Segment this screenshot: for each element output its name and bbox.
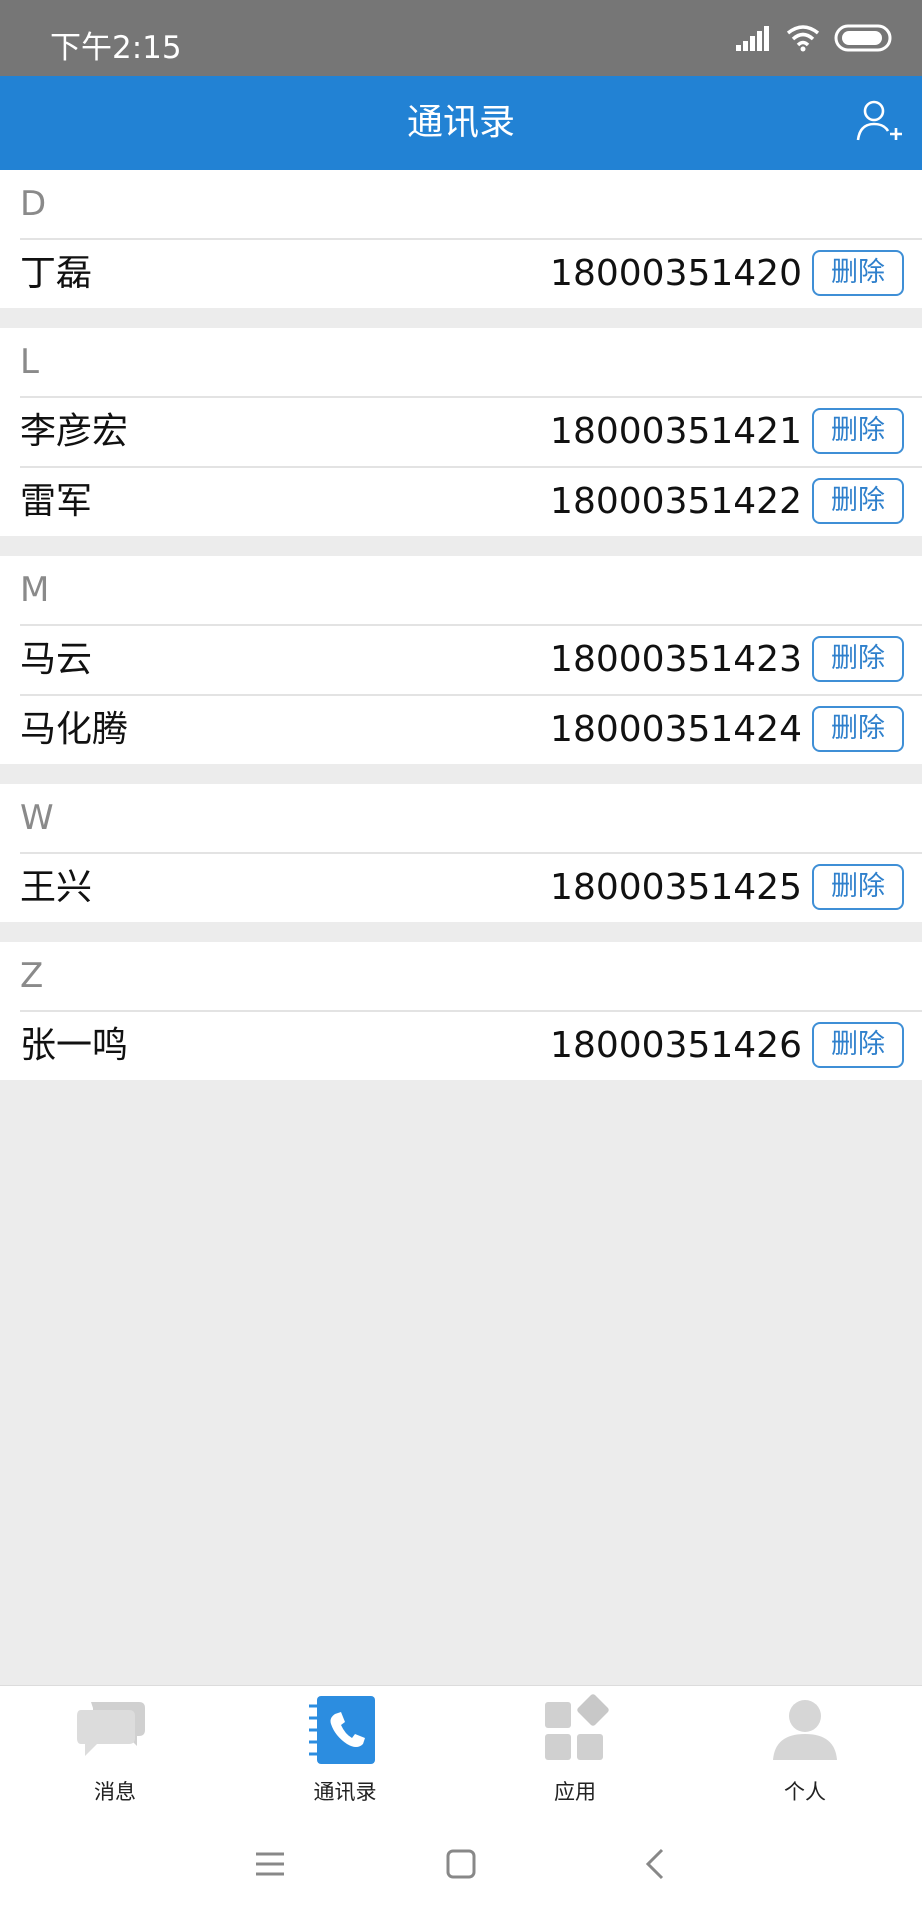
status-time: 下午2:15: [50, 30, 182, 66]
contact-phone: 18000351422: [550, 481, 802, 522]
contact-row[interactable]: 雷军 18000351422 删除: [20, 466, 922, 536]
tab-messages[interactable]: 消息: [0, 1686, 230, 1810]
add-contact-icon[interactable]: [854, 96, 904, 146]
contact-section: Z 张一鸣 18000351426 删除: [0, 942, 922, 1080]
section-letter: M: [20, 570, 50, 610]
home-icon[interactable]: [441, 1844, 481, 1884]
tab-contacts[interactable]: 通讯录: [230, 1686, 460, 1810]
contact-name: 雷军: [20, 481, 93, 522]
back-icon[interactable]: [636, 1844, 676, 1884]
apps-grid-icon: [545, 1694, 609, 1760]
delete-button[interactable]: 删除: [812, 636, 904, 682]
status-icons: [736, 24, 892, 52]
contact-name: 王兴: [20, 867, 93, 908]
system-nav-bar: [0, 1810, 922, 1920]
contact-name: 李彦宏: [20, 411, 129, 452]
contact-name: 张一鸣: [20, 1025, 129, 1066]
chat-bubbles-icon: [77, 1702, 145, 1756]
delete-button[interactable]: 删除: [812, 478, 904, 524]
contact-row[interactable]: 王兴 18000351425 删除: [20, 852, 922, 922]
tab-label: 个人: [784, 1780, 826, 1804]
delete-button[interactable]: 删除: [812, 408, 904, 454]
signal-icon: [736, 26, 769, 51]
section-letter: L: [20, 342, 39, 382]
contact-name: 丁磊: [20, 253, 93, 294]
contact-phone: 18000351424: [550, 709, 802, 750]
contact-section: W 王兴 18000351425 删除: [0, 784, 922, 922]
delete-button[interactable]: 删除: [812, 250, 904, 296]
page-title: 通讯录: [406, 102, 515, 143]
contact-row[interactable]: 李彦宏 18000351421 删除: [20, 396, 922, 466]
battery-icon: [834, 24, 892, 52]
person-icon: [773, 1700, 837, 1760]
section-letter: Z: [20, 956, 44, 996]
tab-label: 应用: [554, 1780, 596, 1804]
contacts-book-icon: [309, 1696, 375, 1764]
tab-label: 通讯录: [313, 1780, 377, 1804]
contact-phone: 18000351421: [550, 411, 802, 452]
section-letter: D: [20, 184, 47, 224]
contact-name: 马化腾: [20, 709, 129, 750]
delete-button[interactable]: 删除: [812, 1022, 904, 1068]
contact-phone: 18000351420: [550, 253, 802, 294]
contact-row[interactable]: 丁磊 18000351420 删除: [20, 238, 922, 308]
contact-list: D 丁磊 18000351420 删除 L 李彦宏 18000351421 删除 雷军 18000…: [0, 170, 922, 1100]
contact-section: L 李彦宏 18000351421 删除 雷军 18000351422 删除: [0, 328, 922, 536]
delete-button[interactable]: 删除: [812, 864, 904, 910]
bottom-tab-bar: 消息 通讯录 应用 个人: [0, 1685, 922, 1811]
tab-apps[interactable]: 应用: [460, 1686, 690, 1810]
contact-section: M 马云 18000351423 删除 马化腾 18000351424 删除: [0, 556, 922, 764]
wifi-icon: [786, 25, 820, 52]
section-letter: W: [20, 798, 54, 838]
delete-button[interactable]: 删除: [812, 706, 904, 752]
contact-row[interactable]: 张一鸣 18000351426 删除: [20, 1010, 922, 1080]
tab-profile[interactable]: 个人: [690, 1686, 920, 1810]
contact-phone: 18000351423: [550, 639, 802, 680]
menu-icon[interactable]: [250, 1844, 290, 1884]
contact-row[interactable]: 马云 18000351423 删除: [20, 624, 922, 694]
contact-section: D 丁磊 18000351420 删除: [0, 170, 922, 308]
app-bar: 通讯录: [0, 76, 922, 170]
status-bar: 下午2:15: [0, 0, 922, 76]
contact-row[interactable]: 马化腾 18000351424 删除: [20, 694, 922, 764]
contact-phone: 18000351426: [550, 1025, 802, 1066]
contact-phone: 18000351425: [550, 867, 802, 908]
contact-name: 马云: [20, 639, 93, 680]
tab-label: 消息: [94, 1780, 136, 1804]
